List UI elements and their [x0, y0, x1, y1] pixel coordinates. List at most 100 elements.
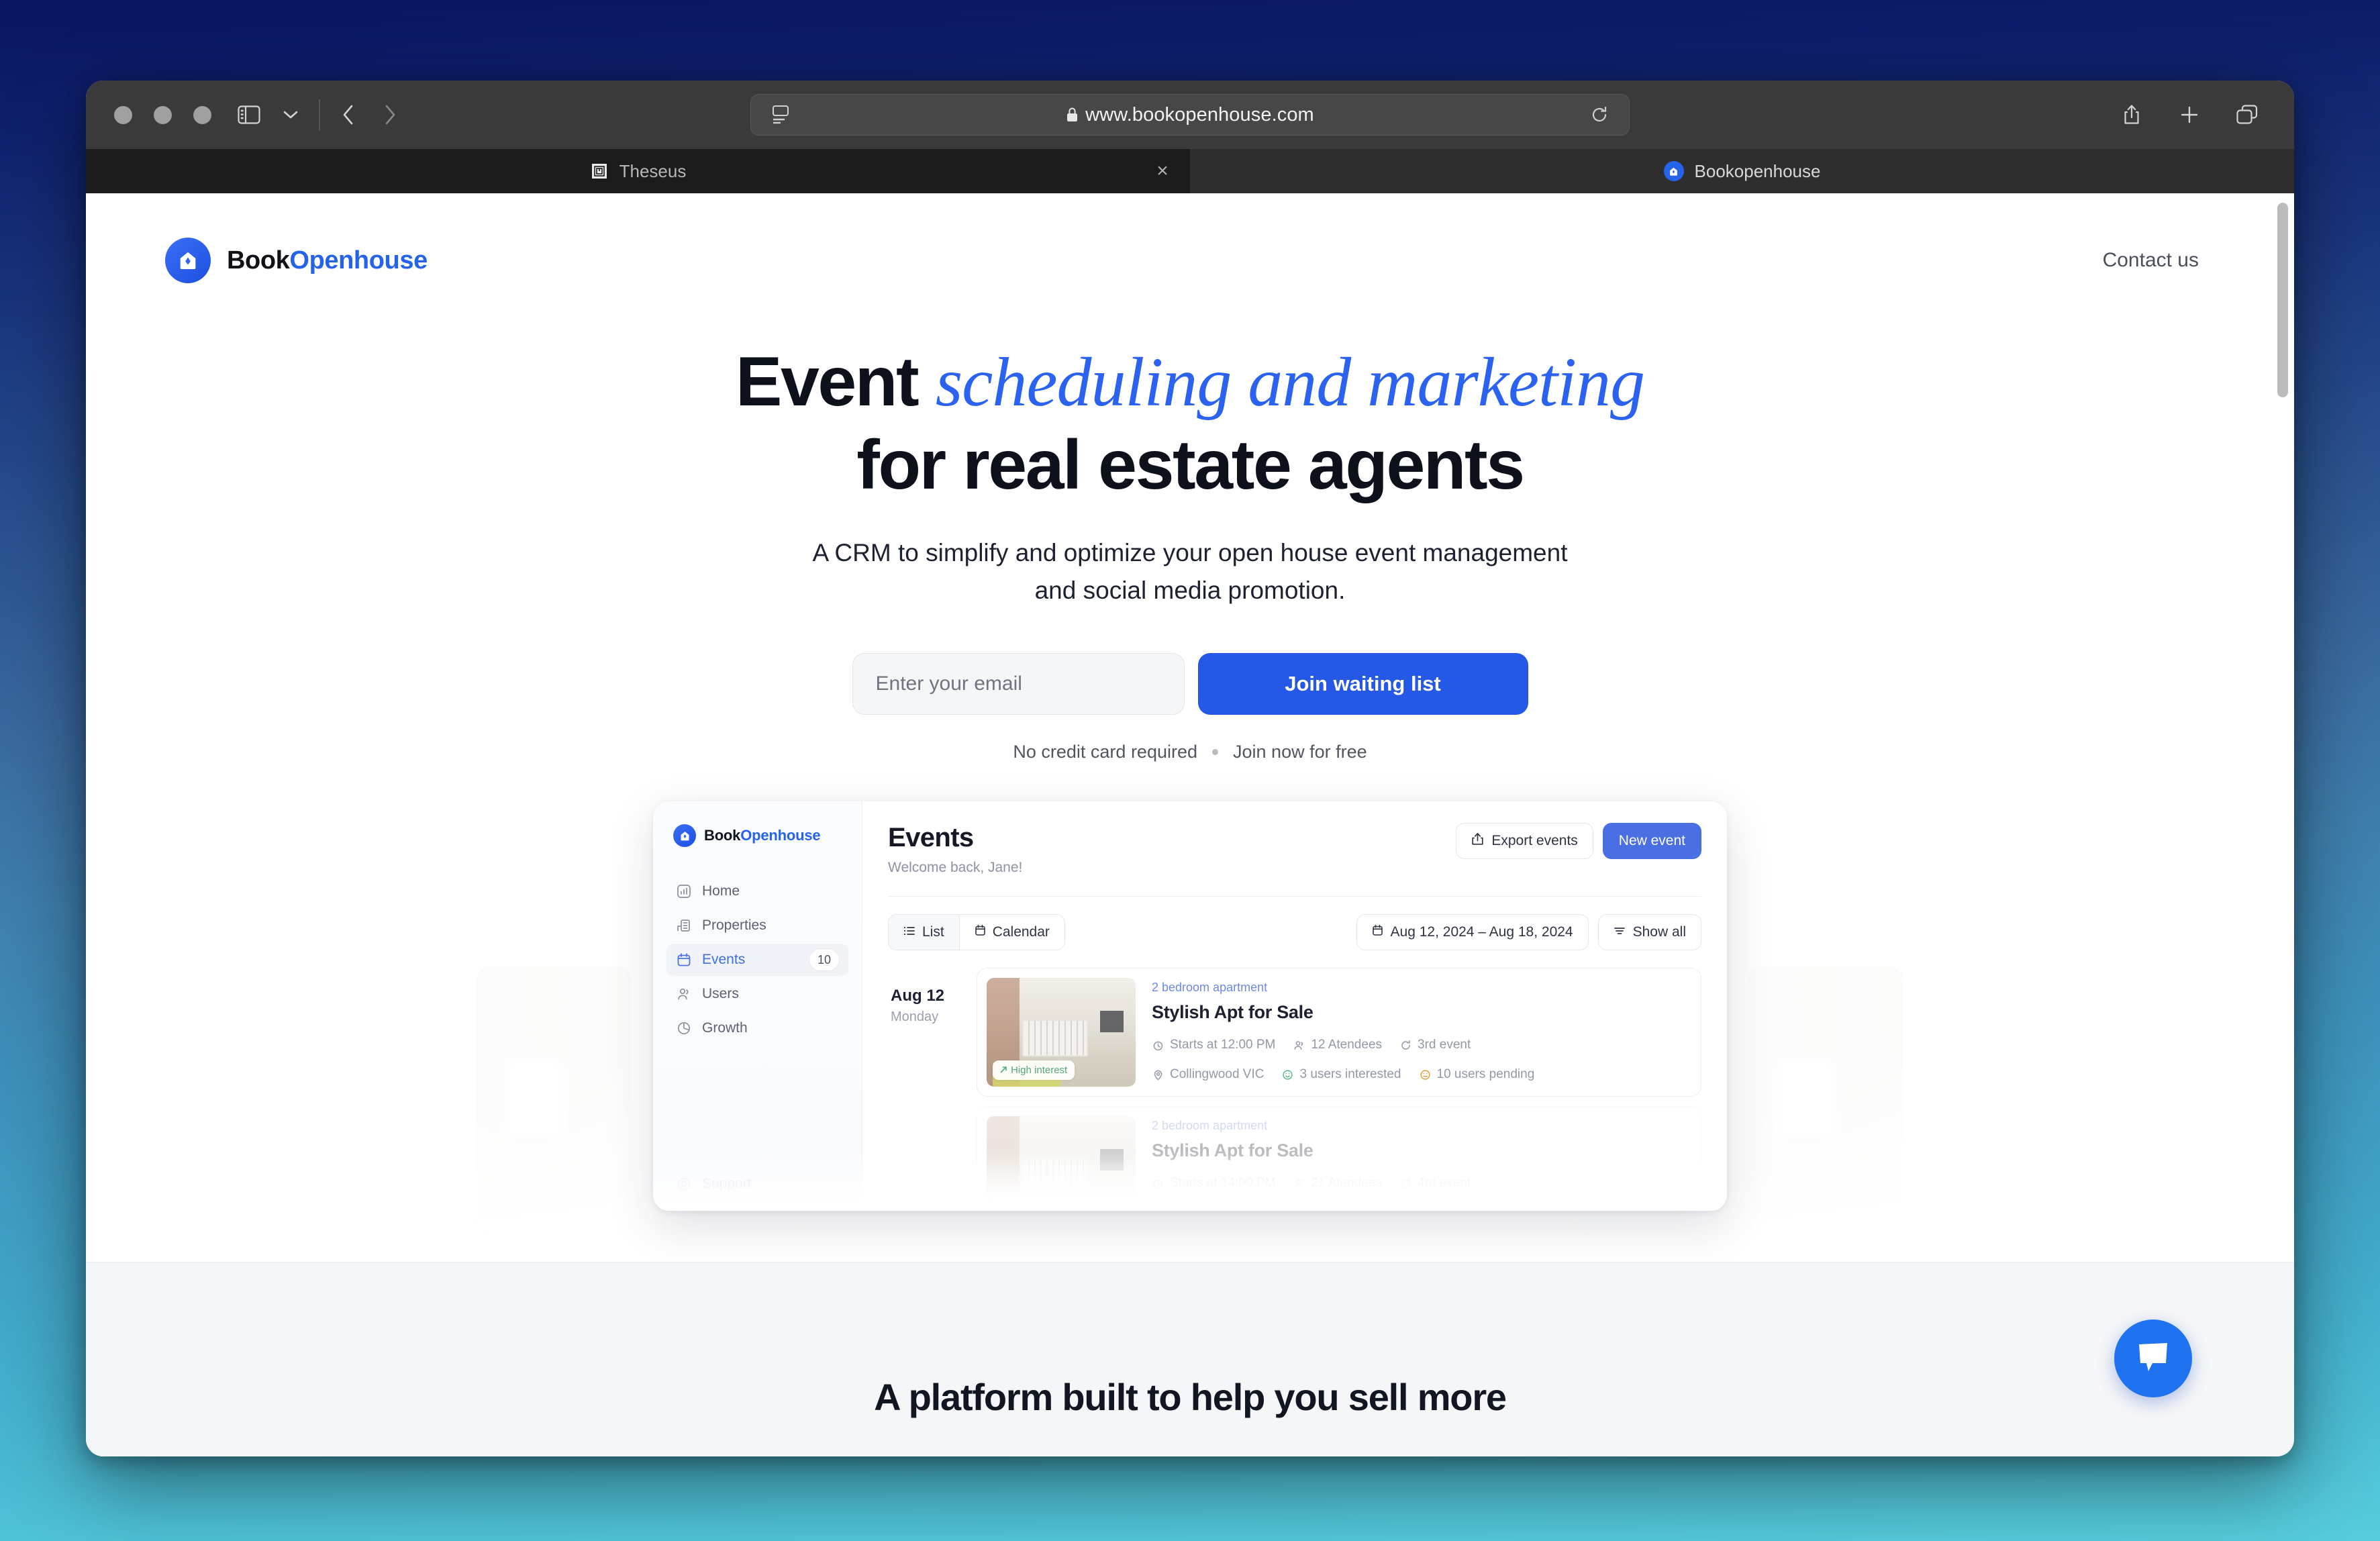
- tab-calendar-view[interactable]: Calendar: [958, 915, 1064, 950]
- sidebar-item-properties[interactable]: Properties: [666, 909, 848, 942]
- site-header: BookOpenhouse Contact us: [86, 193, 2294, 328]
- chart-bar-icon: [675, 883, 692, 900]
- reload-icon[interactable]: [1585, 100, 1614, 130]
- app-brand-wordmark: BookOpenhouse: [704, 827, 821, 844]
- event-card[interactable]: High interest 2 bedroom apartment Stylis…: [977, 968, 1701, 1097]
- event-date-column: [888, 1106, 977, 1129]
- reader-view-icon[interactable]: [766, 100, 795, 130]
- event-list-item[interactable]: High interest 2 bedroom apartment Stylis…: [888, 1106, 1701, 1211]
- app-header: Events Welcome back, Jane! Export events…: [888, 823, 1701, 876]
- plus-icon[interactable]: [2171, 96, 2208, 134]
- brand-part-1: Book: [227, 246, 290, 275]
- event-meta-row-2: Collingwood VIC: [1152, 1205, 1691, 1211]
- site-logo[interactable]: BookOpenhouse: [165, 238, 428, 283]
- app-header-titles: Events Welcome back, Jane!: [888, 823, 1022, 876]
- users-icon: [1293, 1039, 1305, 1052]
- page-scrollbar[interactable]: [2275, 193, 2290, 1456]
- event-meta-row-1: Starts at 14:00 PM 21 Atendees 4rd event: [1152, 1176, 1691, 1191]
- background-property-photo: [477, 966, 631, 1236]
- join-waiting-list-button[interactable]: Join waiting list: [1197, 653, 1528, 715]
- features-section: A platform built to help you sell more: [86, 1262, 2294, 1456]
- event-attendees-label: 12 Atendees: [1311, 1038, 1383, 1052]
- app-brand-part-2: Openhouse: [740, 827, 821, 844]
- event-start-time: Starts at 12:00 PM: [1152, 1038, 1275, 1052]
- window-traffic-lights[interactable]: [114, 105, 211, 124]
- sidebar-item-events[interactable]: Events 10: [666, 944, 848, 977]
- sidebar-item-label: Users: [702, 986, 739, 1002]
- minimize-window-button[interactable]: [154, 105, 172, 124]
- event-pending: 10 users pending: [1419, 1067, 1534, 1082]
- maximize-window-button[interactable]: [193, 105, 211, 124]
- close-icon[interactable]: ×: [1152, 160, 1173, 182]
- url-text: www.bookopenhouse.com: [1085, 103, 1314, 126]
- date-range-picker[interactable]: Aug 12, 2024 – Aug 18, 2024: [1356, 914, 1589, 951]
- browser-tab-theseus[interactable]: Theseus ×: [86, 149, 1190, 193]
- app-nav: Home Properties Events 10 Users Growth: [666, 875, 848, 1044]
- event-attendees: 12 Atendees: [1293, 1038, 1382, 1052]
- hero-subtitle-line-1: A CRM to simplify and optimize your open…: [812, 539, 1568, 567]
- brand-wordmark: BookOpenhouse: [227, 246, 428, 275]
- contact-us-link[interactable]: Contact us: [2103, 249, 2215, 272]
- users-icon: [1293, 1177, 1305, 1190]
- lock-icon: [1066, 107, 1079, 123]
- chevron-down-icon[interactable]: [272, 96, 309, 134]
- export-events-button[interactable]: Export events: [1456, 823, 1593, 860]
- building-icon: [675, 917, 692, 934]
- new-event-button[interactable]: New event: [1602, 823, 1701, 860]
- browser-toolbar: www.bookopenhouse.com: [86, 81, 2294, 149]
- address-bar[interactable]: www.bookopenhouse.com: [750, 94, 1630, 136]
- show-all-label: Show all: [1632, 924, 1686, 940]
- sidebar-toggle-icon[interactable]: [230, 96, 268, 134]
- browser-tab-bookopenhouse[interactable]: Bookopenhouse: [1190, 149, 2294, 193]
- share-icon[interactable]: [2113, 96, 2150, 134]
- chat-widget-button[interactable]: [2114, 1320, 2192, 1397]
- app-header-actions: Export events New event: [1456, 823, 1701, 860]
- page-viewport: BookOpenhouse Contact us Event schedulin…: [86, 193, 2294, 1456]
- app-brand-part-1: Book: [704, 827, 741, 844]
- event-meta-row-1: Starts at 12:00 PM 12 Atendees 3rd event: [1152, 1038, 1691, 1052]
- tab-title: Bookopenhouse: [1694, 160, 1821, 181]
- tab-overview-icon[interactable]: [2228, 96, 2266, 134]
- back-arrow-icon[interactable]: [330, 96, 367, 134]
- show-all-filter-button[interactable]: Show all: [1597, 914, 1701, 951]
- sidebar-item-users[interactable]: Users: [666, 978, 848, 1010]
- hero-subtitle: A CRM to simplify and optimize your open…: [180, 534, 2200, 609]
- scrollbar-thumb[interactable]: [2277, 203, 2288, 397]
- event-attendees: 21 Atendees: [1293, 1176, 1382, 1191]
- sidebar-item-label: Events: [702, 952, 746, 968]
- trend-up-icon: [1000, 1064, 1007, 1076]
- app-toolbar-filters: Aug 12, 2024 – Aug 18, 2024 Show all: [1356, 914, 1701, 951]
- event-location-label: Collingwood VIC: [1170, 1205, 1264, 1211]
- separator-dot-icon: [1212, 749, 1219, 756]
- sidebar-item-growth[interactable]: Growth: [666, 1012, 848, 1044]
- event-name: Stylish Apt for Sale: [1152, 1140, 1313, 1161]
- app-toolbar: List Calendar Aug 12, 2024 – Aug 18, 202…: [888, 914, 1701, 951]
- email-field[interactable]: [852, 653, 1185, 715]
- event-location-label: Collingwood VIC: [1170, 1067, 1265, 1082]
- event-location: Collingwood VIC: [1152, 1067, 1264, 1082]
- page-title: Event scheduling and marketing for real e…: [180, 341, 2200, 506]
- smile-face-icon: [1281, 1207, 1294, 1211]
- event-occurrence-label: 3rd event: [1418, 1038, 1471, 1052]
- house-diamond-icon: [165, 238, 211, 283]
- forward-arrow-icon[interactable]: [371, 96, 409, 134]
- product-showcase: BookOpenhouse Home Properties Events 10 …: [86, 801, 2294, 1236]
- app-sidebar: BookOpenhouse Home Properties Events 10 …: [653, 801, 862, 1211]
- event-date-day: Aug 12: [891, 987, 945, 1005]
- event-interested-label: 3 users interested: [1299, 1067, 1401, 1082]
- sidebar-item-support[interactable]: Support: [666, 1168, 848, 1200]
- background-property-photo: [1748, 966, 1903, 1236]
- high-interest-label: High interest: [1011, 1203, 1068, 1211]
- pie-chart-icon: [675, 1020, 692, 1037]
- repeat-icon: [1399, 1177, 1412, 1190]
- app-welcome-text: Welcome back, Jane!: [888, 860, 1023, 876]
- clock-icon: [1152, 1177, 1164, 1190]
- property-thumbnail: High interest: [987, 978, 1136, 1087]
- chat-bubble-icon: [2135, 1340, 2171, 1377]
- event-card[interactable]: High interest 2 bedroom apartment Stylis…: [977, 1106, 1701, 1211]
- tab-list-view[interactable]: List: [889, 915, 959, 950]
- browser-window: www.bookopenhouse.com Theseus × Bookopen…: [86, 81, 2294, 1456]
- close-window-button[interactable]: [114, 105, 132, 124]
- sidebar-item-home[interactable]: Home: [666, 875, 848, 907]
- event-list-item[interactable]: Aug 12 Monday High interest 2 bedroom ap…: [888, 968, 1701, 1097]
